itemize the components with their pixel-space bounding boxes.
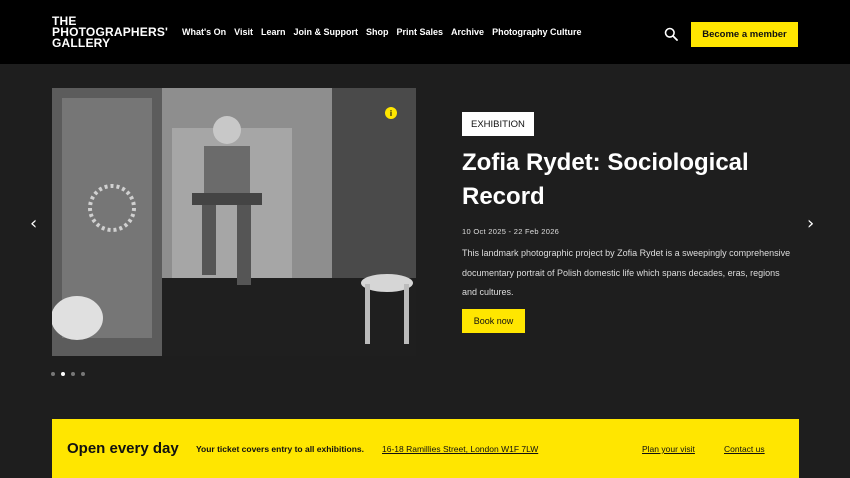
book-now-button[interactable]: Book now	[462, 309, 525, 333]
exhibition-dates: 10 Oct 2025 - 22 Feb 2026	[462, 227, 560, 236]
nav-print-sales[interactable]: Print Sales	[397, 27, 444, 37]
exhibition-title[interactable]: Zofia Rydet: Sociological Record	[462, 146, 792, 214]
ticket-info-text: Your ticket covers entry to all exhibiti…	[196, 444, 364, 454]
image-info-button[interactable]: i	[385, 107, 397, 119]
nav-visit[interactable]: Visit	[234, 27, 253, 37]
nav-archive[interactable]: Archive	[451, 27, 484, 37]
carousel-indicator	[51, 372, 85, 376]
become-member-button[interactable]: Become a member	[691, 22, 798, 47]
site-header: THE PHOTOGRAPHERS' GALLERY What's On Vis…	[0, 0, 850, 64]
main-nav: What's On Visit Learn Join & Support Sho…	[182, 27, 582, 37]
carousel-next-arrow[interactable]: ›	[807, 213, 814, 234]
nav-whats-on[interactable]: What's On	[182, 27, 226, 37]
exhibition-tag: EXHIBITION	[462, 112, 534, 136]
photo-illustration	[52, 88, 416, 356]
carousel-dot-4[interactable]	[81, 372, 85, 376]
nav-shop[interactable]: Shop	[366, 27, 389, 37]
contact-us-link[interactable]: Contact us	[724, 444, 765, 454]
exhibition-description: This landmark photographic project by Zo…	[462, 248, 791, 297]
open-every-day-text: Open every day	[67, 440, 179, 457]
exhibition-photo[interactable]	[52, 88, 416, 356]
address-link[interactable]: 16-18 Ramillies Street, London W1F 7LW	[382, 444, 538, 454]
logo-line-3: GALLERY	[52, 36, 111, 50]
carousel-dot-1[interactable]	[51, 372, 55, 376]
carousel-dot-2[interactable]	[61, 372, 65, 376]
nav-photography-culture[interactable]: Photography Culture	[492, 27, 582, 37]
opening-banner: Open every day Your ticket covers entry …	[52, 419, 799, 478]
site-logo[interactable]: THE PHOTOGRAPHERS' GALLERY	[52, 15, 168, 50]
nav-learn[interactable]: Learn	[261, 27, 286, 37]
nav-join-support[interactable]: Join & Support	[294, 27, 359, 37]
carousel-prev-arrow[interactable]: ‹	[30, 213, 37, 234]
plan-visit-link[interactable]: Plan your visit	[642, 444, 695, 454]
carousel-dot-3[interactable]	[71, 372, 75, 376]
search-icon[interactable]	[664, 27, 678, 41]
